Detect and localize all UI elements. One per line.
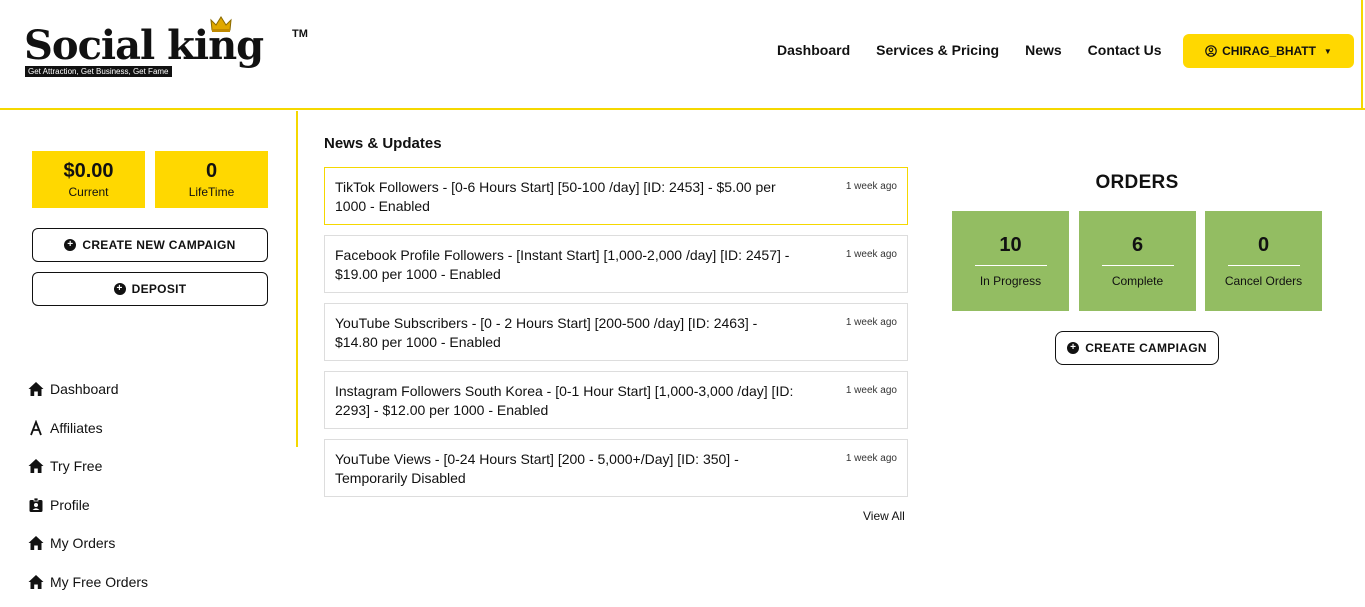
- news-item[interactable]: YouTube Subscribers - [0 - 2 Hours Start…: [324, 303, 908, 361]
- deposit-label: DEPOSIT: [131, 282, 187, 296]
- orders-complete-card[interactable]: 6 Complete: [1079, 211, 1196, 311]
- view-all-link[interactable]: View All: [863, 509, 905, 523]
- orders-cancel-count: 0: [1257, 234, 1270, 256]
- news-item[interactable]: Facebook Profile Followers - [Instant St…: [324, 235, 908, 293]
- create-campaign-button[interactable]: + CREATE CAMPIAGN: [1055, 331, 1219, 365]
- news-item-time: 1 week ago: [845, 453, 897, 464]
- sidebar-item-try-free[interactable]: Try Free: [28, 447, 148, 486]
- orders-cancel-label: Cancel Orders: [1224, 274, 1303, 288]
- news-item-text: Facebook Profile Followers - [Instant St…: [335, 247, 790, 282]
- nav-services-pricing[interactable]: Services & Pricing: [876, 42, 999, 58]
- sidebar-item-label: Try Free: [50, 458, 103, 475]
- divider: [974, 265, 1047, 266]
- sidebar-divider: [296, 111, 298, 447]
- news-title: News & Updates: [324, 135, 442, 152]
- orders-in-progress-label: In Progress: [979, 274, 1042, 288]
- affiliate-icon: [30, 419, 42, 436]
- lifetime-label: LifeTime: [188, 185, 235, 199]
- news-item-time: 1 week ago: [845, 249, 897, 260]
- sidebar-item-my-orders[interactable]: My Orders: [28, 524, 148, 563]
- sidebar-item-affiliates[interactable]: Affiliates: [28, 409, 148, 448]
- create-new-campaign-button[interactable]: + CREATE NEW CAMPAIGN: [32, 228, 268, 262]
- logo-text: Social king: [24, 22, 264, 69]
- header: Social king TM Get Attraction, Get Busin…: [0, 0, 1365, 110]
- divider: [1227, 265, 1300, 266]
- orders-complete-count: 6: [1131, 234, 1144, 256]
- news-item[interactable]: Instagram Followers South Korea - [0-1 H…: [324, 371, 908, 429]
- news-item-text: TikTok Followers - [0-6 Hours Start] [50…: [335, 179, 776, 214]
- news-item-time: 1 week ago: [845, 385, 897, 396]
- logo-tagline: Get Attraction, Get Business, Get Fame: [25, 66, 172, 77]
- home-icon: [28, 459, 44, 474]
- news-item-text: YouTube Subscribers - [0 - 2 Hours Start…: [335, 315, 758, 350]
- sidebar-item-label: Affiliates: [50, 419, 103, 436]
- header-edge-line: [1361, 0, 1363, 110]
- sidebar-item-label: Dashboard: [50, 381, 119, 398]
- main-nav: Dashboard Services & Pricing News Contac…: [777, 42, 1162, 58]
- orders-in-progress-card[interactable]: 10 In Progress: [952, 211, 1069, 311]
- news-item[interactable]: YouTube Views - [0-24 Hours Start] [200 …: [324, 439, 908, 497]
- news-item-time: 1 week ago: [845, 317, 897, 328]
- plus-circle-icon: +: [113, 283, 126, 295]
- current-balance-card: $0.00 Current: [32, 151, 145, 208]
- sidebar-menu: Dashboard Affiliates Try Free Profile My…: [28, 370, 148, 601]
- create-campaign-label: CREATE CAMPIAGN: [1085, 341, 1207, 355]
- sidebar-item-label: My Free Orders: [50, 573, 149, 590]
- home-icon: [28, 382, 44, 397]
- user-circle-icon: [1205, 45, 1217, 57]
- logo-trademark: TM: [292, 28, 308, 40]
- orders-cancel-card[interactable]: 0 Cancel Orders: [1205, 211, 1322, 311]
- current-balance-label: Current: [68, 185, 109, 199]
- plus-circle-icon: +: [64, 239, 77, 251]
- news-item-text: Instagram Followers South Korea - [0-1 H…: [335, 383, 794, 418]
- news-list: TikTok Followers - [0-6 Hours Start] [50…: [324, 167, 908, 507]
- lifetime-card: 0 LifeTime: [155, 151, 268, 208]
- home-icon: [28, 574, 44, 589]
- user-name: CHIRAG_BHATT: [1222, 44, 1316, 58]
- sidebar-item-dashboard[interactable]: Dashboard: [28, 370, 148, 409]
- home-icon: [28, 536, 44, 551]
- caret-down-icon: ▼: [1323, 46, 1332, 56]
- news-item-time: 1 week ago: [845, 181, 897, 192]
- orders-complete-label: Complete: [1111, 274, 1164, 288]
- orders-in-progress-count: 10: [999, 234, 1022, 256]
- logo[interactable]: Social king TM Get Attraction, Get Busin…: [24, 16, 314, 82]
- news-item-text: YouTube Views - [0-24 Hours Start] [200 …: [335, 451, 739, 486]
- divider: [1101, 265, 1174, 266]
- current-balance-value: $0.00: [63, 160, 114, 182]
- orders-title: ORDERS: [1095, 172, 1179, 193]
- sidebar-item-profile[interactable]: Profile: [28, 486, 148, 525]
- sidebar-item-label: My Orders: [50, 535, 116, 552]
- create-new-campaign-label: CREATE NEW CAMPAIGN: [82, 238, 236, 252]
- id-badge-icon: [29, 497, 43, 512]
- plus-circle-icon: +: [1067, 342, 1080, 354]
- nav-contact-us[interactable]: Contact Us: [1088, 42, 1162, 58]
- nav-dashboard[interactable]: Dashboard: [777, 42, 850, 58]
- user-menu-button[interactable]: CHIRAG_BHATT ▼: [1183, 34, 1354, 68]
- sidebar-item-my-free-orders[interactable]: My Free Orders: [28, 563, 148, 602]
- nav-news[interactable]: News: [1025, 42, 1062, 58]
- lifetime-value: 0: [205, 160, 218, 182]
- news-item[interactable]: TikTok Followers - [0-6 Hours Start] [50…: [324, 167, 908, 225]
- deposit-button[interactable]: + DEPOSIT: [32, 272, 268, 306]
- sidebar-item-label: Profile: [50, 496, 90, 513]
